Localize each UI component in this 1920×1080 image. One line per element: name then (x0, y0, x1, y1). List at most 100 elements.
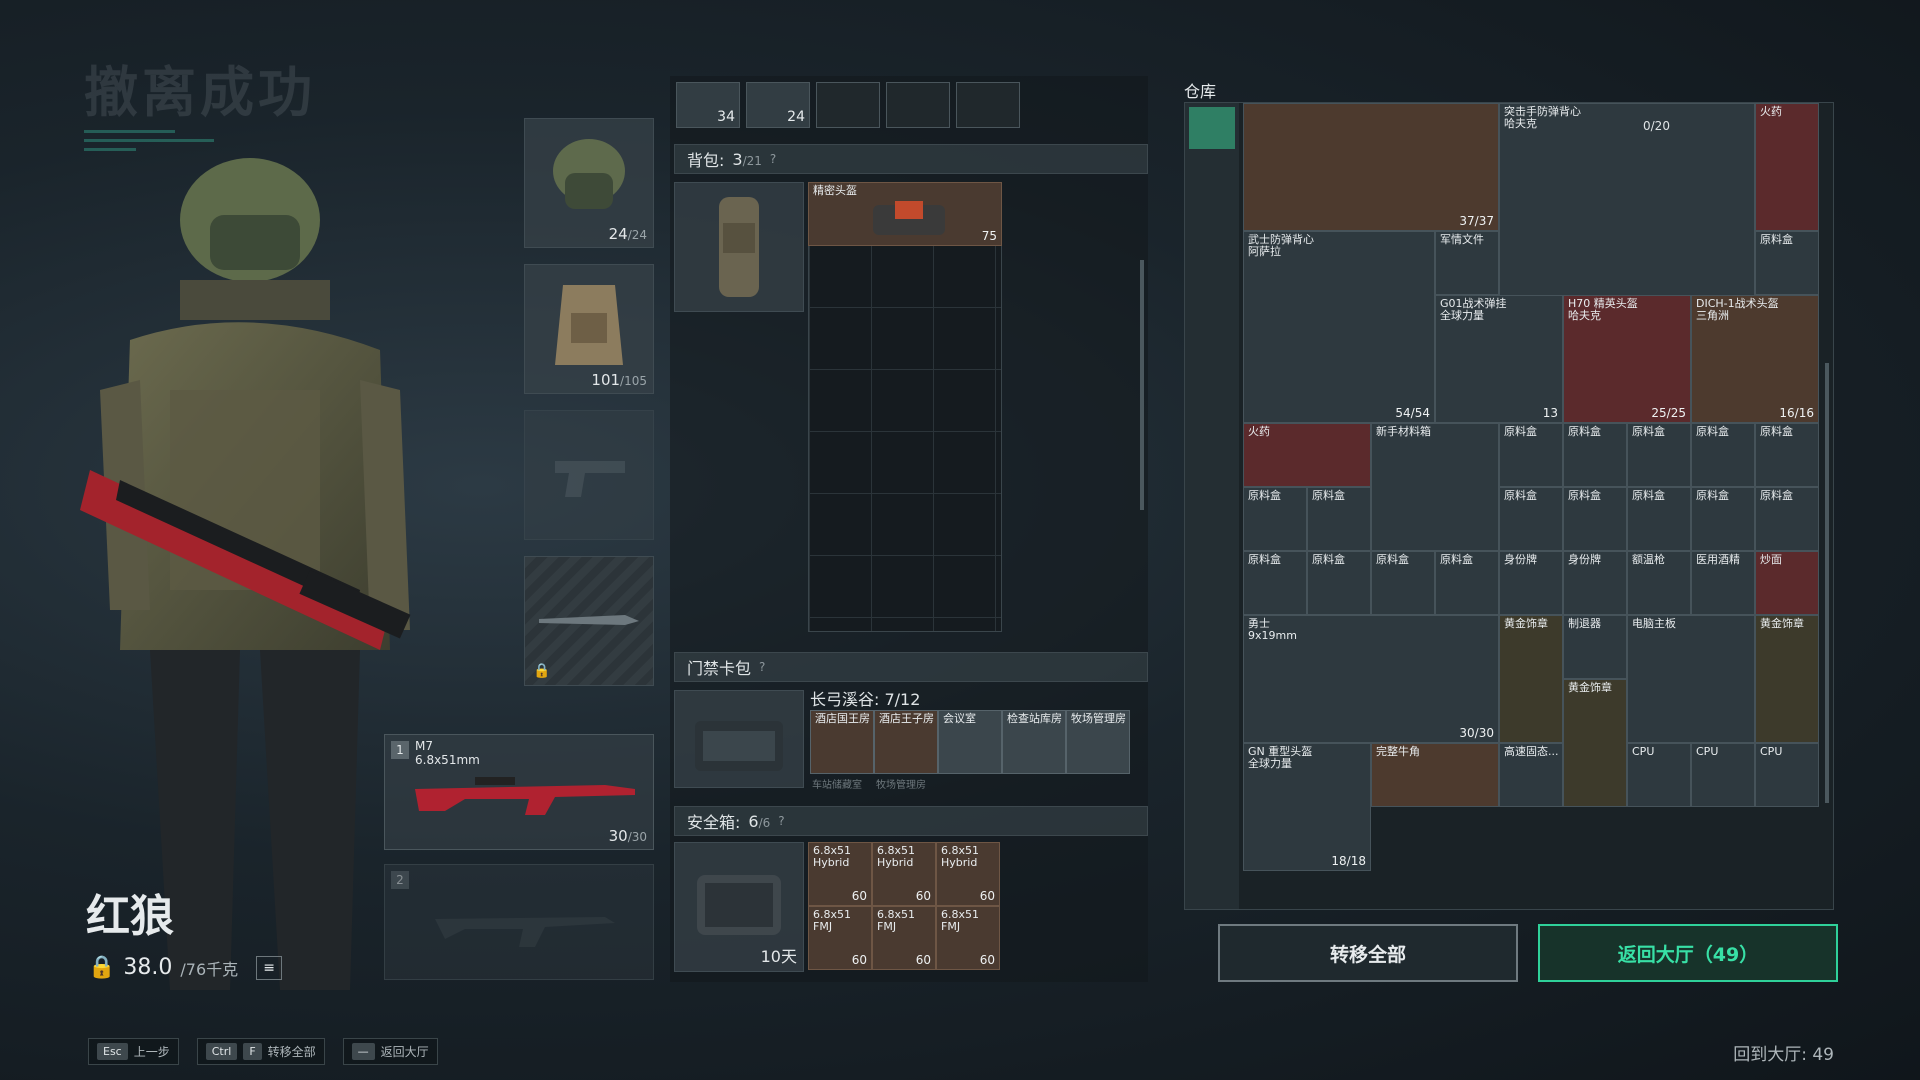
warehouse-item-gold-badge[interactable]: 黄金饰章 (1755, 615, 1819, 743)
warehouse-item-suppressor[interactable]: 制退器 (1563, 615, 1627, 679)
warehouse-item-raw-ore-box[interactable]: 原料盒 (1563, 423, 1627, 487)
armor-slot[interactable]: 101/105 (524, 264, 654, 394)
warehouse-tab-all[interactable] (1189, 107, 1235, 149)
backpack-slot[interactable] (674, 182, 804, 312)
warehouse-item-cpu[interactable]: CPU (1691, 743, 1755, 807)
warehouse-item-thermometer[interactable]: 额温枪 (1627, 551, 1691, 615)
safebox-ammo-item[interactable]: 6.8x51 Hybrid 60 (936, 842, 1000, 906)
keycard-item[interactable]: 会议室 (938, 710, 1002, 774)
safebox-slot[interactable]: 10天 (674, 842, 804, 972)
warehouse-item-raw-ore-box[interactable]: 原料盒 (1691, 487, 1755, 551)
keycard-item[interactable]: 牧场管理房 (1066, 710, 1130, 774)
warehouse-item-raw-ore-box[interactable]: 原料盒 (1755, 231, 1819, 295)
warehouse-tab[interactable] (1189, 347, 1235, 389)
warehouse-item-helmet-h70[interactable]: H70 精英头盔 哈夫克 25/25 (1563, 295, 1691, 423)
warehouse-item-dog-tag[interactable]: 身份牌 (1563, 551, 1627, 615)
warehouse-tab[interactable] (1189, 155, 1235, 197)
backpack-scrollbar[interactable] (1140, 260, 1144, 510)
help-icon[interactable]: ? (778, 814, 784, 828)
keycard-case-icon (695, 721, 783, 771)
ammo-slot[interactable]: 34 (676, 82, 740, 128)
pistol-slot[interactable] (524, 410, 654, 540)
backpack-grid[interactable] (808, 182, 1002, 632)
warehouse-item-rifle[interactable]: 勇士 9x19mm 30/30 (1243, 615, 1499, 743)
warehouse-item-raw-ore-box[interactable]: 原料盒 (1755, 487, 1819, 551)
weapon-ammo-max: /30 (627, 830, 647, 844)
armor-durability-max: /105 (620, 374, 647, 388)
warehouse-item-raw-ore-box[interactable]: 原料盒 (1243, 551, 1307, 615)
backpack-item-helmet[interactable]: 精密头盔 75 (808, 182, 1002, 246)
warehouse-item-raw-ore-box[interactable]: 原料盒 (1755, 423, 1819, 487)
carry-weight: 🔒 38.0 /76千克 ≡ (88, 955, 283, 980)
warehouse-item-gunpowder[interactable]: 火药 (1755, 103, 1819, 231)
safebox-ammo-item[interactable]: 6.8x51 FMJ 60 (936, 906, 1000, 970)
transfer-all-button[interactable]: 转移全部 (1218, 924, 1518, 982)
warehouse-item-raw-ore-box[interactable]: 原料盒 (1371, 551, 1435, 615)
list-icon[interactable]: ≡ (256, 955, 283, 980)
back-to-hall-button[interactable]: 返回大厅（49） (1538, 924, 1838, 982)
warehouse-item-raw-ore-box[interactable]: 原料盒 (1307, 551, 1371, 615)
hint-transfer-all[interactable]: Ctrl F 转移全部 (196, 1038, 325, 1065)
warehouse-item-medical-alcohol[interactable]: 医用酒精 (1691, 551, 1755, 615)
ammo-slot[interactable]: 24 (746, 82, 810, 128)
backpack-capacity: /21 (742, 153, 762, 168)
warehouse-item-dog-tag[interactable]: 身份牌 (1499, 551, 1563, 615)
warehouse-item-military-intel[interactable]: 军情文件 (1435, 231, 1499, 295)
warehouse-item-cpu[interactable]: CPU (1627, 743, 1691, 807)
ammo-slot-empty[interactable] (816, 82, 880, 128)
warehouse-item-gold-badge[interactable]: 黄金饰章 (1499, 615, 1563, 743)
warehouse-item-gold-badge[interactable]: 黄金饰章 (1563, 679, 1627, 807)
primary-weapon-slot[interactable]: 1 M7 6.8x51mm 30/30 (384, 734, 654, 850)
smg-icon (435, 917, 615, 947)
keycard-case-slot[interactable] (674, 690, 804, 788)
warehouse-item-raw-ore-box[interactable]: 原料盒 (1627, 423, 1691, 487)
warehouse-item-cpu[interactable]: CPU (1755, 743, 1819, 807)
keycard-item[interactable]: 酒店国王房 (810, 710, 874, 774)
warehouse-item-raw-ore-box[interactable]: 原料盒 (1243, 487, 1307, 551)
warehouse-item-vest-warrior[interactable]: 武士防弹背心 阿萨拉 54/54 (1243, 231, 1435, 423)
warehouse-item-raw-ore-box[interactable]: 原料盒 (1563, 487, 1627, 551)
warehouse-item-horn[interactable]: 完整牛角 (1371, 743, 1499, 807)
warehouse-item-stir-fry-noodles[interactable]: 炒面 (1755, 551, 1819, 615)
keycard-item[interactable]: 检查站库房 (1002, 710, 1066, 774)
armor-durability: 101 (591, 371, 621, 389)
warehouse-item-raw-ore-box[interactable]: 原料盒 (1499, 423, 1563, 487)
warehouse-item-ssd-item[interactable]: 高速固态... (1499, 743, 1563, 807)
warehouse-item-raw-ore-box[interactable]: 原料盒 (1307, 487, 1371, 551)
warehouse-item-motherboard[interactable]: 电脑主板 (1627, 615, 1755, 743)
warehouse-item-raw-ore-box[interactable]: 原料盒 (1435, 551, 1499, 615)
help-icon[interactable]: ? (759, 660, 765, 674)
warehouse-item-raw-ore-box[interactable]: 原料盒 (1499, 487, 1563, 551)
safebox-ammo-item[interactable]: 6.8x51 Hybrid 60 (872, 842, 936, 906)
hint-back[interactable]: Esc 上一步 (88, 1038, 179, 1065)
warehouse-tab[interactable] (1189, 299, 1235, 341)
warehouse-tab[interactable] (1189, 203, 1235, 245)
warehouse-grid[interactable]: 37/37突击手防弹背心 哈夫克54/54火药武士防弹背心 阿萨拉54/54军情… (1243, 103, 1823, 909)
weapon-name: M7 (415, 739, 433, 753)
warehouse-capacity: 0/20 (1643, 119, 1670, 133)
keycard-item[interactable]: 酒店王子房 (874, 710, 938, 774)
warehouse-scrollbar[interactable] (1825, 363, 1829, 803)
help-icon[interactable]: ? (770, 152, 776, 166)
warehouse-item-armor-plate-carrier[interactable]: 37/37 (1243, 103, 1499, 231)
warehouse-tab[interactable] (1189, 251, 1235, 293)
safebox-ammo-item[interactable]: 6.8x51 FMJ 60 (872, 906, 936, 970)
warehouse-item-raw-ore-box[interactable]: 原料盒 (1691, 423, 1755, 487)
warehouse-item-chest-rig[interactable]: G01战术弹挂 全球力量 13 (1435, 295, 1563, 423)
warehouse-item-rookie-material-box[interactable]: 新手材料箱 (1371, 423, 1499, 551)
warehouse-tab[interactable] (1189, 395, 1235, 437)
ammo-slot-empty[interactable] (956, 82, 1020, 128)
helmet-slot[interactable]: 24/24 (524, 118, 654, 248)
secondary-weapon-slot[interactable]: 2 (384, 864, 654, 980)
melee-slot[interactable]: 🔒 (524, 556, 654, 686)
lock-icon: 🔒 (533, 663, 551, 679)
safebox-ammo-item[interactable]: 6.8x51 Hybrid 60 (808, 842, 872, 906)
warehouse-item-helmet-dich[interactable]: DICH-1战术头盔 三角洲 16/16 (1691, 295, 1819, 423)
hint-return-hall[interactable]: — 返回大厅 (342, 1038, 438, 1065)
warehouse-item-raw-ore-box[interactable]: 原料盒 (1627, 487, 1691, 551)
warehouse-item-gunpowder[interactable]: 火药 (1243, 423, 1371, 487)
keybind-hints: Esc 上一步 Ctrl F 转移全部 — 返回大厅 (88, 1038, 438, 1065)
ammo-slot-empty[interactable] (886, 82, 950, 128)
warehouse-item-heavy-helmet[interactable]: GN 重型头盔 全球力量 18/18 (1243, 743, 1371, 871)
safebox-ammo-item[interactable]: 6.8x51 FMJ 60 (808, 906, 872, 970)
